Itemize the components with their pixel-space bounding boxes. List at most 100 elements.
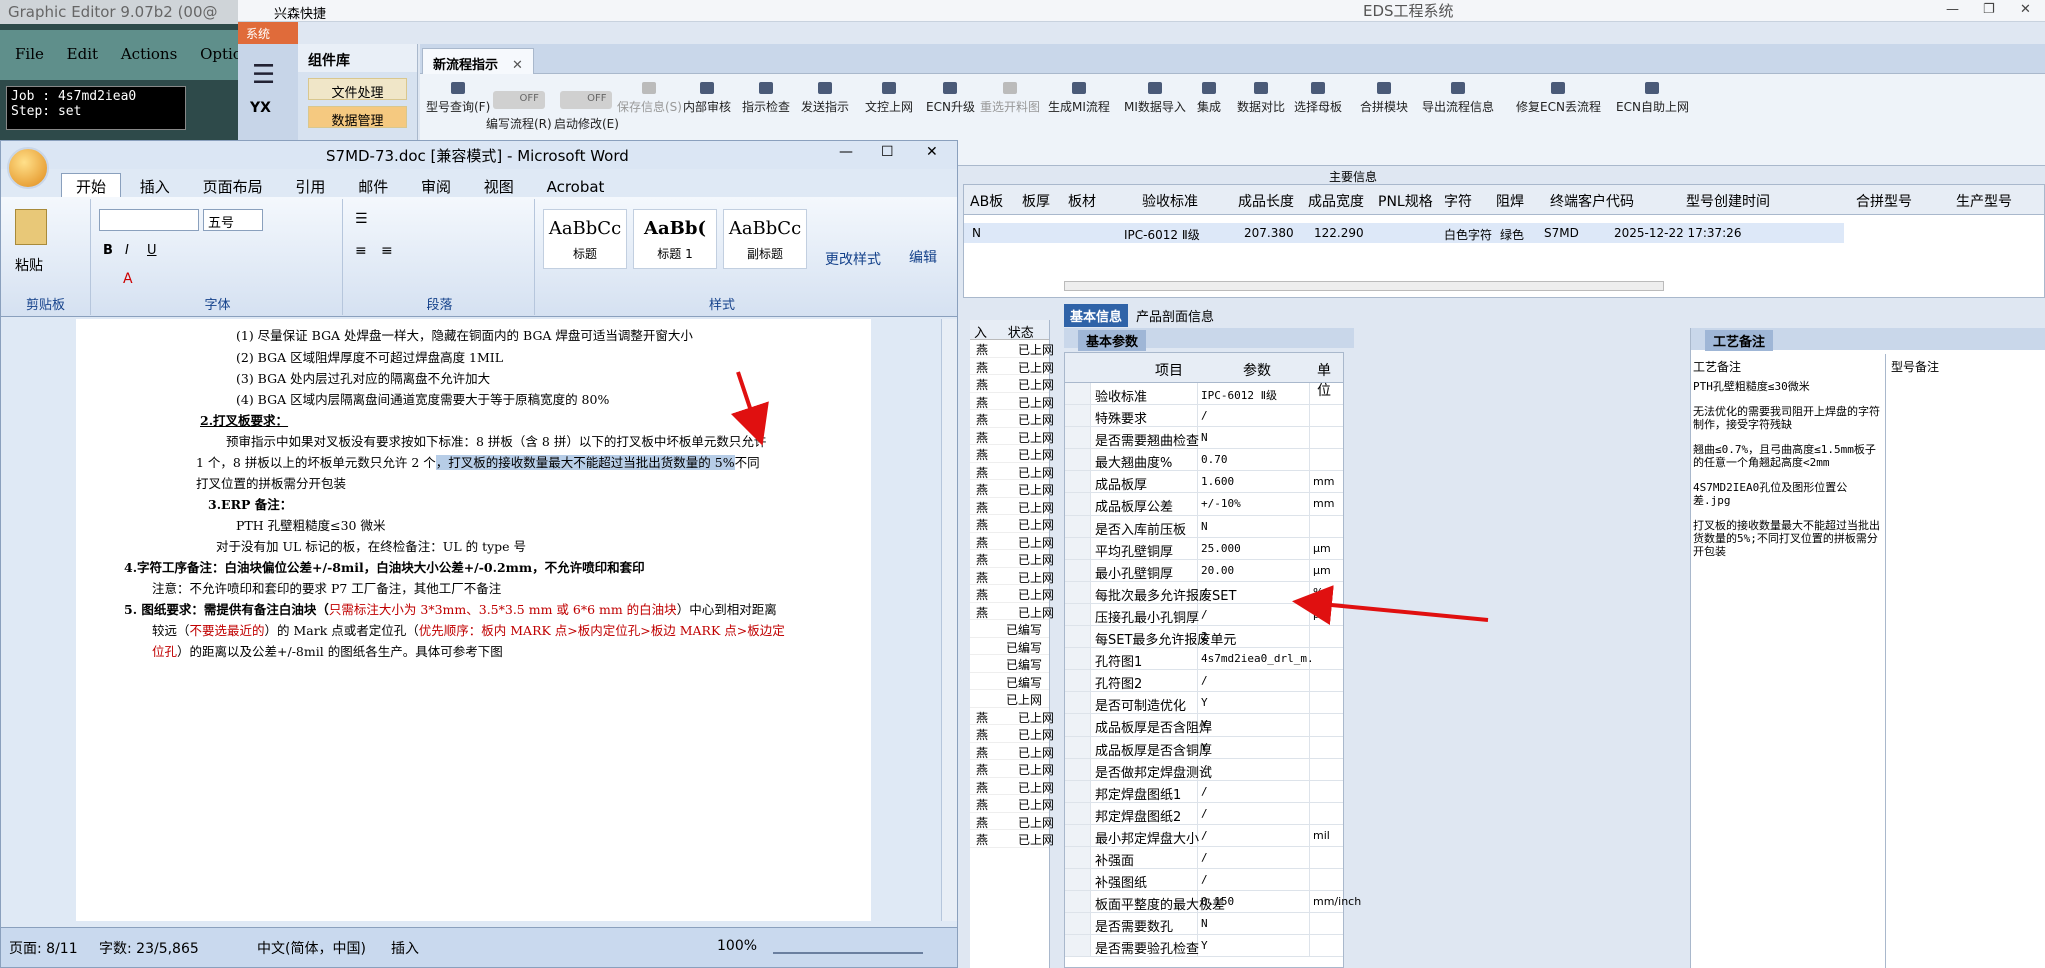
underline-icon[interactable]: U [147,243,157,258]
param-row[interactable]: 邦定焊盘图纸2 / [1065,802,1343,825]
style-title[interactable]: AaBbCc 标题 [543,209,627,269]
param-row[interactable]: 平均孔壁铜厚 25.000 μm [1065,537,1343,560]
param-value[interactable]: 25.000 [1201,542,1313,555]
close-icon[interactable]: ✕ [2020,2,2031,17]
bullets-icon[interactable]: ☰ [355,211,368,227]
param-value[interactable]: / [1201,785,1313,798]
table-row[interactable]: 燕已上网 [970,550,1054,568]
italic-icon[interactable]: I [125,243,129,258]
param-value[interactable]: Y [1201,718,1313,731]
library-item-data[interactable]: 数据管理 [308,106,407,129]
doc-online-button[interactable]: 文控上网 [865,82,913,115]
font-size-box[interactable]: 五号 [203,209,263,231]
table-row[interactable]: 已上网 [970,690,1049,708]
param-row[interactable]: 是否需要数孔 N [1065,913,1343,936]
param-row[interactable]: 特殊要求 / [1065,405,1343,428]
ecn-upgrade-button[interactable]: ECN升级 [926,82,975,115]
param-value[interactable]: 4s7md2iea0_drl_m... [1201,652,1313,665]
insert-mode[interactable]: 插入 [391,938,419,958]
check-instruction-button[interactable]: 指示检查 [742,82,790,115]
mi-import-button[interactable]: MI数据导入 [1124,82,1186,115]
maximize-icon[interactable]: ☐ [881,144,894,160]
param-row[interactable]: 每批次最多允许报废SET /% [1065,581,1343,604]
param-row[interactable]: 补强面 / [1065,846,1343,870]
document-scrollbar[interactable] [941,319,957,921]
table-row[interactable]: 燕已上网 [970,410,1054,428]
table-row[interactable]: 燕已上网 [970,375,1054,393]
table-row[interactable]: 燕已上网 [970,428,1054,445]
language[interactable]: 中文(简体，中国) [257,938,366,958]
menu-edit[interactable]: Edit [67,45,98,63]
table-row[interactable]: 燕已上网 [970,445,1054,463]
horizontal-scrollbar[interactable] [1064,281,1664,291]
param-value[interactable]: Y [1201,696,1313,709]
table-row[interactable]: 已编写 [970,673,1049,690]
align-left-icon[interactable]: ≡ [355,243,367,259]
col-width[interactable]: 成品宽度 [1308,191,1364,211]
col-param[interactable]: 参数 [1243,360,1271,380]
select-mother-board-button[interactable]: 选择母板 [1294,82,1342,115]
table-row[interactable]: 已编写 [970,620,1049,638]
paste-icon[interactable] [15,209,47,245]
param-row[interactable]: 压接孔最小孔铜厚 / μm [1065,603,1343,627]
table-row[interactable]: 燕已上网 [970,708,1054,725]
table-row[interactable]: 已编写 [970,638,1049,655]
start-modify-button[interactable]: OFF 启动修改(E) [554,90,619,132]
edit-button[interactable]: 编辑 [909,247,937,267]
param-value[interactable]: / [1201,409,1313,422]
bold-icon[interactable]: B [103,243,113,258]
param-row[interactable]: 是否需要翘曲检查 N [1065,427,1343,450]
align-center-icon[interactable]: ≡ [381,243,393,259]
table-row[interactable]: 燕已上网 [970,725,1054,743]
data-compare-button[interactable]: 数据对比 [1237,82,1285,115]
table-row[interactable]: 燕已上网 [970,533,1054,550]
param-row[interactable]: 孔符图2 / [1065,670,1343,693]
param-value[interactable]: / [1201,807,1313,820]
col-thickness[interactable]: 板厚 [1022,191,1050,211]
library-item-file[interactable]: 文件处理 [308,78,407,101]
tab-references[interactable]: 引用 [281,174,339,199]
col-char[interactable]: 字符 [1444,191,1472,211]
close-icon[interactable]: ✕ [926,144,938,160]
tab-mailings[interactable]: 邮件 [344,174,402,199]
param-value[interactable]: Y [1201,741,1313,754]
param-value[interactable]: +/-10% [1201,497,1313,510]
param-value[interactable]: / [1201,873,1313,886]
table-row[interactable]: 燕已上网 [970,515,1054,533]
menu-file[interactable]: File [15,45,44,63]
param-row[interactable]: 是否做邦定焊盘测试 / [1065,758,1343,781]
export-flow-button[interactable]: 导出流程信息 [1422,82,1494,115]
param-value[interactable]: N [1201,520,1313,533]
word-count[interactable]: 字数: 23/5,865 [99,938,199,958]
param-value[interactable]: 1.600 [1201,475,1313,488]
param-row[interactable]: 最大翘曲度% 0.70 [1065,449,1343,472]
ecn-self-online-button[interactable]: ECN自助上网 [1616,82,1689,115]
param-row[interactable]: 是否需要验孔检查 Y [1065,935,1343,958]
table-row[interactable]: 燕已上网 [970,830,1054,848]
col-length[interactable]: 成品长度 [1238,191,1294,211]
param-value[interactable]: 2 [1201,630,1313,643]
page-count[interactable]: 页面: 8/11 [9,938,78,958]
param-row[interactable]: 成品板厚是否含阻焊 Y [1065,714,1343,737]
table-row[interactable]: 燕已上网 [970,603,1054,620]
param-value[interactable]: N [1201,431,1313,444]
send-instruction-button[interactable]: 发送指示 [801,82,849,115]
tab-review[interactable]: 审阅 [407,174,465,199]
menu-actions[interactable]: Actions [121,45,177,63]
write-flow-button[interactable]: OFF 编写流程(R) [486,90,552,132]
internal-review-button[interactable]: 内部审核 [683,82,731,115]
table-row[interactable]: 燕已上网 [970,585,1054,603]
tab-acrobat[interactable]: Acrobat [533,176,619,198]
table-row[interactable]: 燕已上网 [970,480,1054,498]
param-row[interactable]: 补强图纸 / [1065,869,1343,892]
table-row[interactable]: 燕已上网 [970,463,1054,480]
param-value[interactable]: 0.70 [1201,453,1313,466]
paste-button[interactable]: 粘贴 [15,255,43,275]
toggle-off-icon[interactable]: OFF [560,91,613,109]
table-row[interactable]: 燕已上网 [970,340,1054,358]
param-row[interactable]: 最小邦定焊盘大小 / mil [1065,824,1343,847]
office-button-icon[interactable] [7,147,49,189]
reselect-cutting-button[interactable]: 重选开料图 [980,82,1040,115]
table-row[interactable]: 燕已上网 [970,568,1054,585]
integrate-button[interactable]: 集成 [1197,82,1221,115]
